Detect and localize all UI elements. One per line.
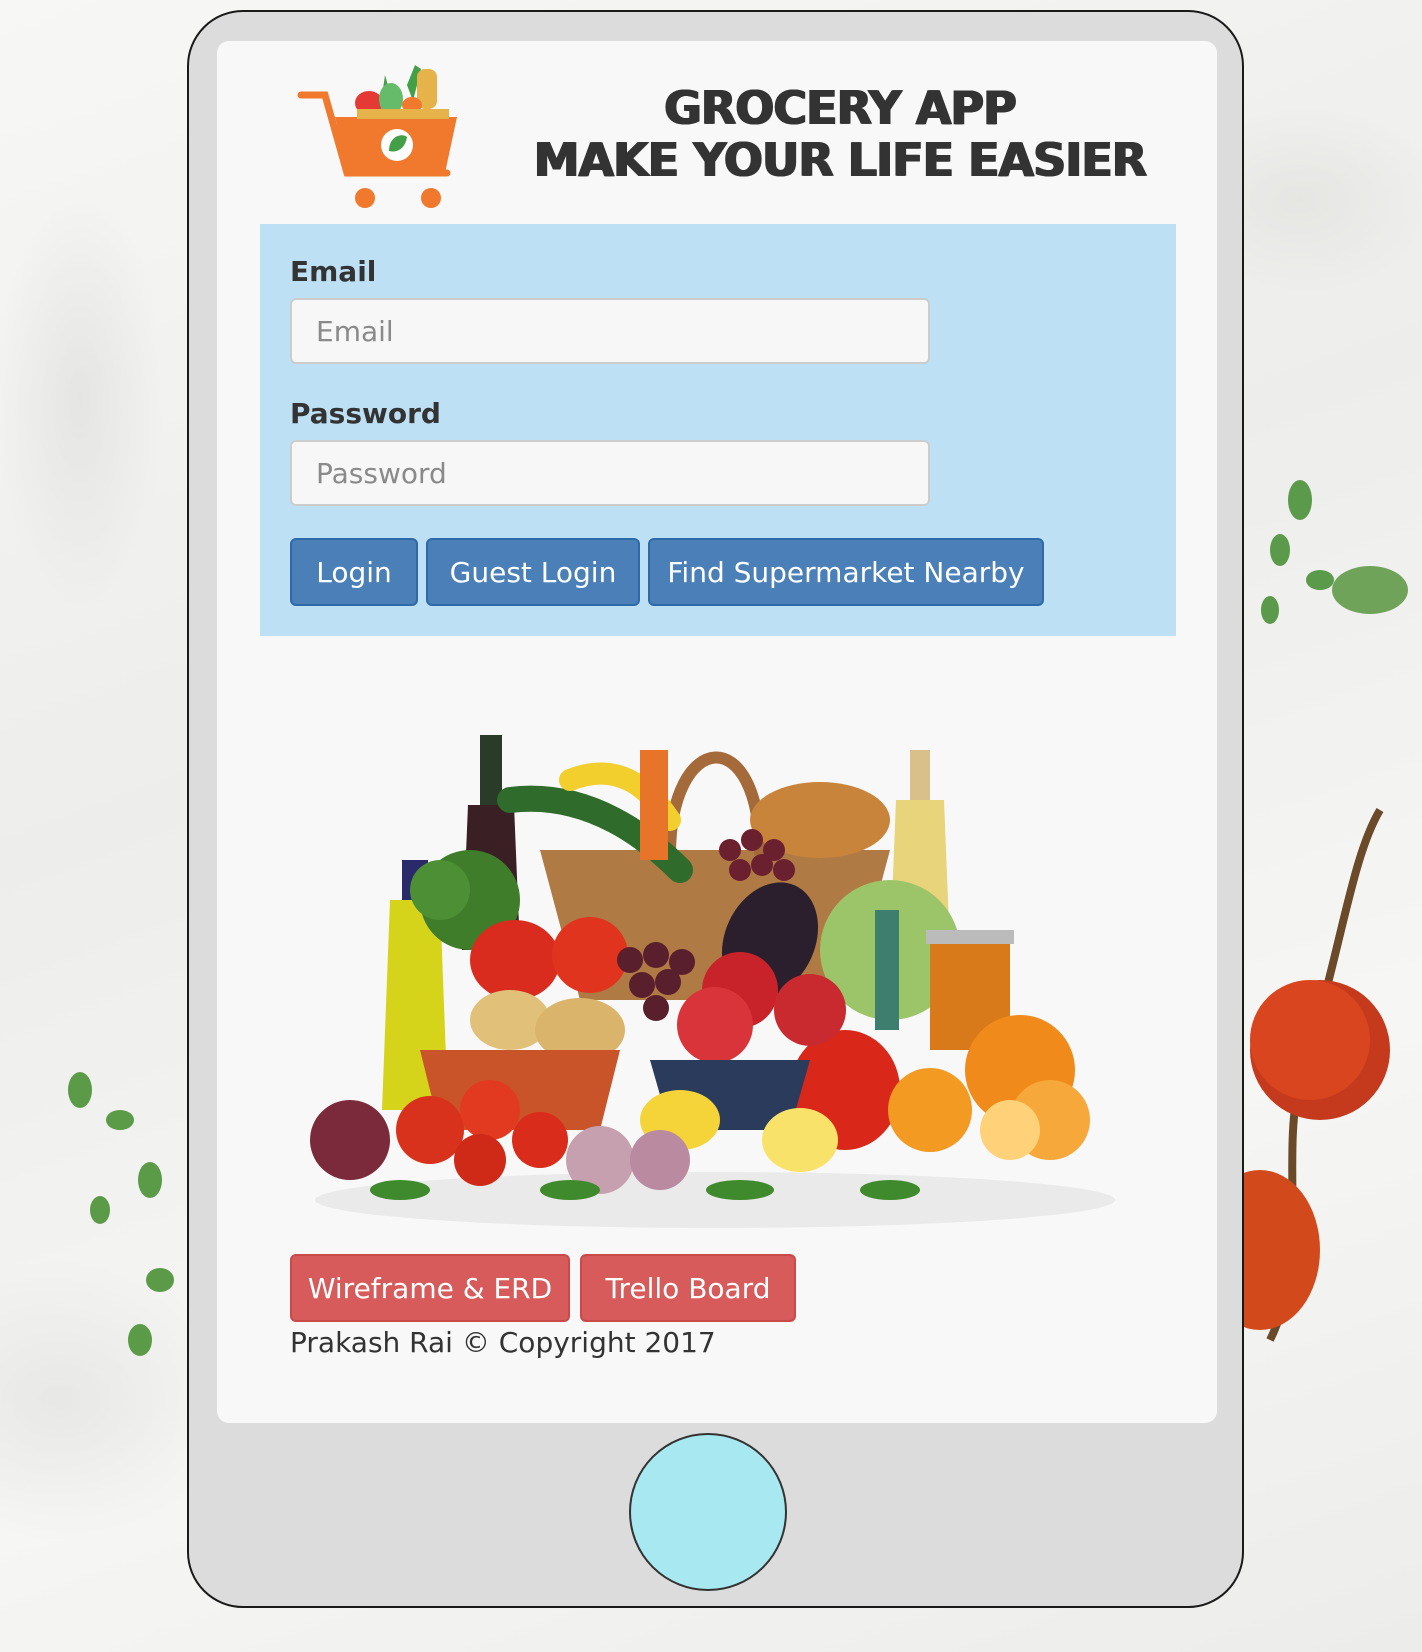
title-line-1: GROCERY APP <box>664 81 1017 135</box>
email-field[interactable] <box>290 298 930 364</box>
herbs-left-decoration <box>68 1072 174 1356</box>
email-label: Email <box>290 255 377 288</box>
copyright-text: Prakash Rai © Copyright 2017 <box>290 1326 716 1359</box>
login-button[interactable]: Login <box>290 538 418 606</box>
page-title: GROCERY APP MAKE YOUR LIFE EASIER <box>500 82 1180 186</box>
grocery-basket-image <box>310 735 1115 1228</box>
wireframe-erd-button[interactable]: Wireframe & ERD <box>290 1254 570 1322</box>
password-field[interactable] <box>290 440 930 506</box>
guest-login-button[interactable]: Guest Login <box>426 538 640 606</box>
find-supermarket-button[interactable]: Find Supermarket Nearby <box>648 538 1044 606</box>
trello-board-button[interactable]: Trello Board <box>580 1254 796 1322</box>
password-label: Password <box>290 397 441 430</box>
herbs-tomatoes-decoration <box>1240 480 1408 1342</box>
title-line-2: MAKE YOUR LIFE EASIER <box>533 133 1147 187</box>
home-button[interactable] <box>629 1433 787 1591</box>
shopping-cart-icon <box>297 65 457 208</box>
